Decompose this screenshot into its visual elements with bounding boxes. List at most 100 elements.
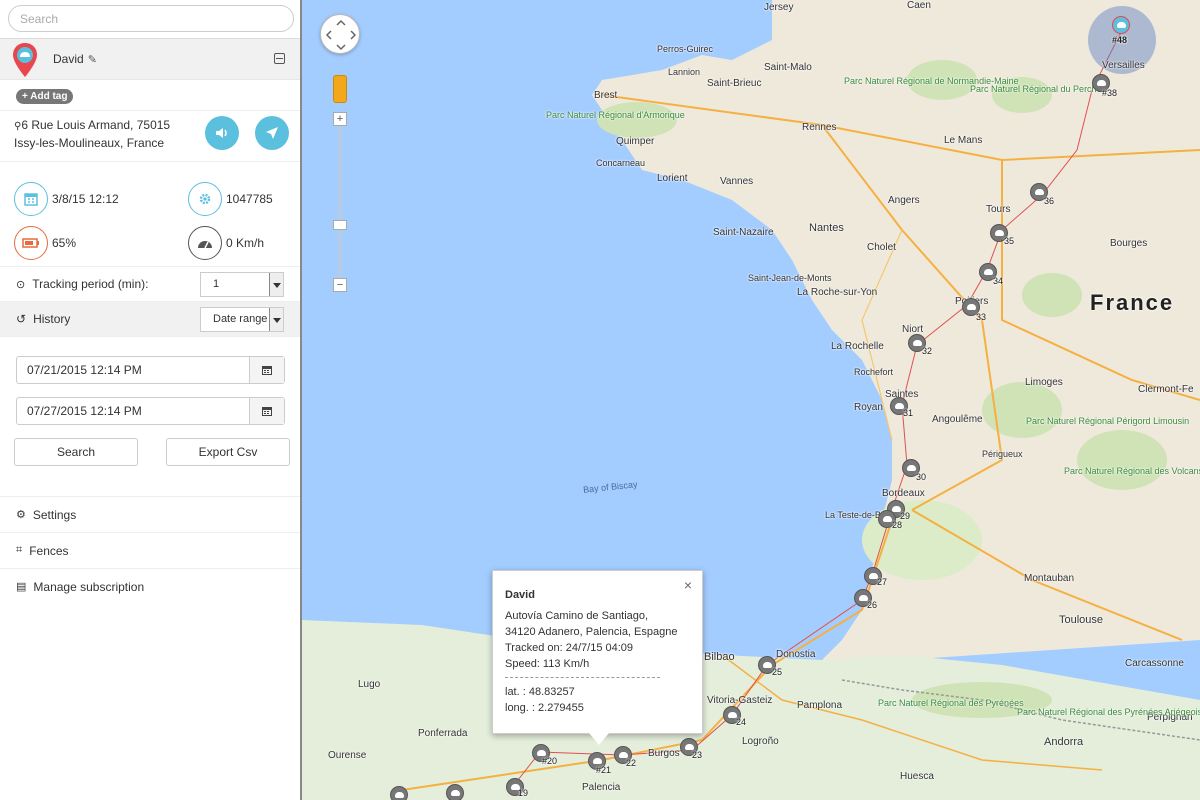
zoom-slider-track[interactable] (339, 112, 341, 292)
speedometer-icon (188, 226, 222, 260)
city-label: Nantes (809, 222, 844, 234)
city-label: Logroño (742, 736, 779, 747)
stat-battery-value: 65% (52, 236, 77, 250)
add-tag-button[interactable]: + Add tag (16, 89, 74, 104)
city-label: Concarneau (596, 158, 646, 168)
popup-tracked: Tracked on: 24/7/15 04:09 (505, 642, 634, 654)
city-label: Ponferrada (418, 728, 468, 739)
stat-battery: 65% (14, 226, 76, 260)
marker-label: #21 (596, 765, 612, 775)
navigate-button[interactable] (255, 116, 289, 150)
city-label: Rennes (802, 122, 837, 133)
stat-id: 1047785 (188, 182, 273, 216)
stat-date: 3/8/15 12:12 (14, 182, 119, 216)
search-wrap (0, 0, 300, 38)
city-label: Bilbao (704, 651, 735, 663)
city-label: Jersey (764, 2, 794, 13)
city-label: Le Mans (944, 135, 983, 146)
tracking-period-row: ⊙ Tracking period (min): 1 (0, 267, 300, 302)
map[interactable]: Jersey Caen Perros-Guirec Saint-Malo Lan… (302, 0, 1200, 800)
cloud-marker-icon[interactable] (390, 786, 408, 800)
history-select[interactable]: Date range (200, 307, 284, 332)
city-label: Bordeaux (882, 488, 925, 499)
date-to-input[interactable] (17, 398, 249, 424)
search-button[interactable]: Search (14, 438, 138, 466)
city-label: Versailles (1102, 60, 1145, 71)
zoom-slider-handle[interactable] (333, 220, 347, 230)
city-label: Saint-Malo (764, 62, 812, 73)
date-to-field[interactable] (16, 397, 285, 425)
info-popup: × David Autovía Camino de Santiago, 3412… (492, 570, 703, 745)
device-address: ⚲6 Rue Louis Armand, 75015 Issy-les-Moul… (14, 117, 189, 152)
close-icon[interactable]: × (684, 577, 692, 593)
address-line1: 6 Rue Louis Armand, 75015 (21, 118, 171, 132)
pan-control[interactable] (320, 14, 360, 54)
edit-icon[interactable]: ✎ (88, 53, 97, 66)
street-view-pegman-icon[interactable] (333, 75, 347, 103)
marker-label: #48 (1112, 35, 1128, 45)
device-header[interactable]: David ✎ (0, 38, 300, 80)
popup-speed: Speed: 113 Km/h (505, 658, 590, 670)
city-label: Saint-Jean-de-Monts (748, 273, 832, 283)
date-from-input[interactable] (17, 357, 249, 383)
city-label: Royan (854, 402, 883, 413)
city-label: Caen (907, 0, 931, 11)
calendar-icon[interactable] (249, 357, 284, 383)
city-label: Lannion (668, 67, 701, 77)
calendar-icon (14, 182, 48, 216)
marker-label: 31 (903, 408, 914, 418)
menu-item-manage-subscription[interactable]: ▤ Manage subscription (0, 568, 300, 604)
tag-row: + Add tag (0, 80, 300, 110)
zoom-out-button[interactable]: − (333, 278, 347, 292)
location-pin-icon (13, 43, 37, 77)
marker-label: 32 (922, 346, 933, 356)
speaker-icon (216, 128, 227, 138)
location-arrow-icon (266, 127, 278, 139)
sidebar: David ✎ + Add tag ⚲6 Rue Louis Armand, 75… (0, 0, 302, 800)
battery-icon (14, 226, 48, 260)
stat-speed: 0 Km/h (188, 226, 264, 260)
cloud-marker-icon[interactable] (1112, 16, 1130, 34)
city-label: Cholet (867, 242, 896, 253)
city-label: Perros-Guirec (657, 44, 714, 54)
menu-item-settings[interactable]: ⚙ Settings (0, 496, 300, 532)
popup-separator (505, 677, 660, 678)
marker-label: 23 (692, 750, 703, 760)
marker-label: 33 (976, 312, 987, 322)
city-label: Bourges (1110, 238, 1148, 249)
country-label: France (1090, 290, 1175, 315)
history-label: History (33, 312, 71, 326)
park-area (1022, 273, 1082, 317)
menu-item-fences[interactable]: ⌗ Fences (0, 532, 300, 568)
popup-lat: lat. : 48.83257 (505, 686, 575, 698)
crop-icon: ⌗ (16, 544, 23, 556)
collapse-icon[interactable] (274, 53, 285, 64)
document-icon: ▤ (16, 581, 27, 593)
tracking-period-label: Tracking period (min): (32, 277, 149, 291)
marker-label: 24 (736, 717, 747, 727)
date-from-field[interactable] (16, 356, 285, 384)
cloud-marker-icon[interactable] (446, 784, 464, 800)
city-label: Niort (902, 324, 924, 335)
city-label: Lorient (657, 173, 688, 184)
address-line2: Issy-les-Moulineaux, France (14, 136, 165, 150)
history-icon: ↺ (16, 312, 27, 326)
city-label: La Teste-de-B (825, 510, 881, 520)
zoom-in-button[interactable]: + (333, 112, 347, 126)
city-label: Vannes (720, 176, 754, 187)
sound-button[interactable] (205, 116, 239, 150)
city-label: Andorra (1044, 736, 1084, 748)
export-csv-button[interactable]: Export Csv (166, 438, 290, 466)
pan-arrows-icon (325, 19, 357, 51)
search-input[interactable] (8, 5, 294, 32)
city-label: Huesca (900, 771, 934, 782)
marker-label: 35 (1004, 236, 1015, 246)
tracking-period-select[interactable]: 1 (200, 272, 284, 297)
marker-label: #20 (542, 756, 558, 766)
calendar-icon[interactable] (249, 398, 284, 424)
marker-label: #38 (1102, 88, 1118, 98)
menu-item-label: Manage subscription (33, 579, 145, 594)
city-label: Montauban (1024, 573, 1075, 584)
city-label: Lugo (358, 679, 381, 690)
park-label: Parc Naturel Régional de Normandie-Maine (844, 76, 1019, 86)
